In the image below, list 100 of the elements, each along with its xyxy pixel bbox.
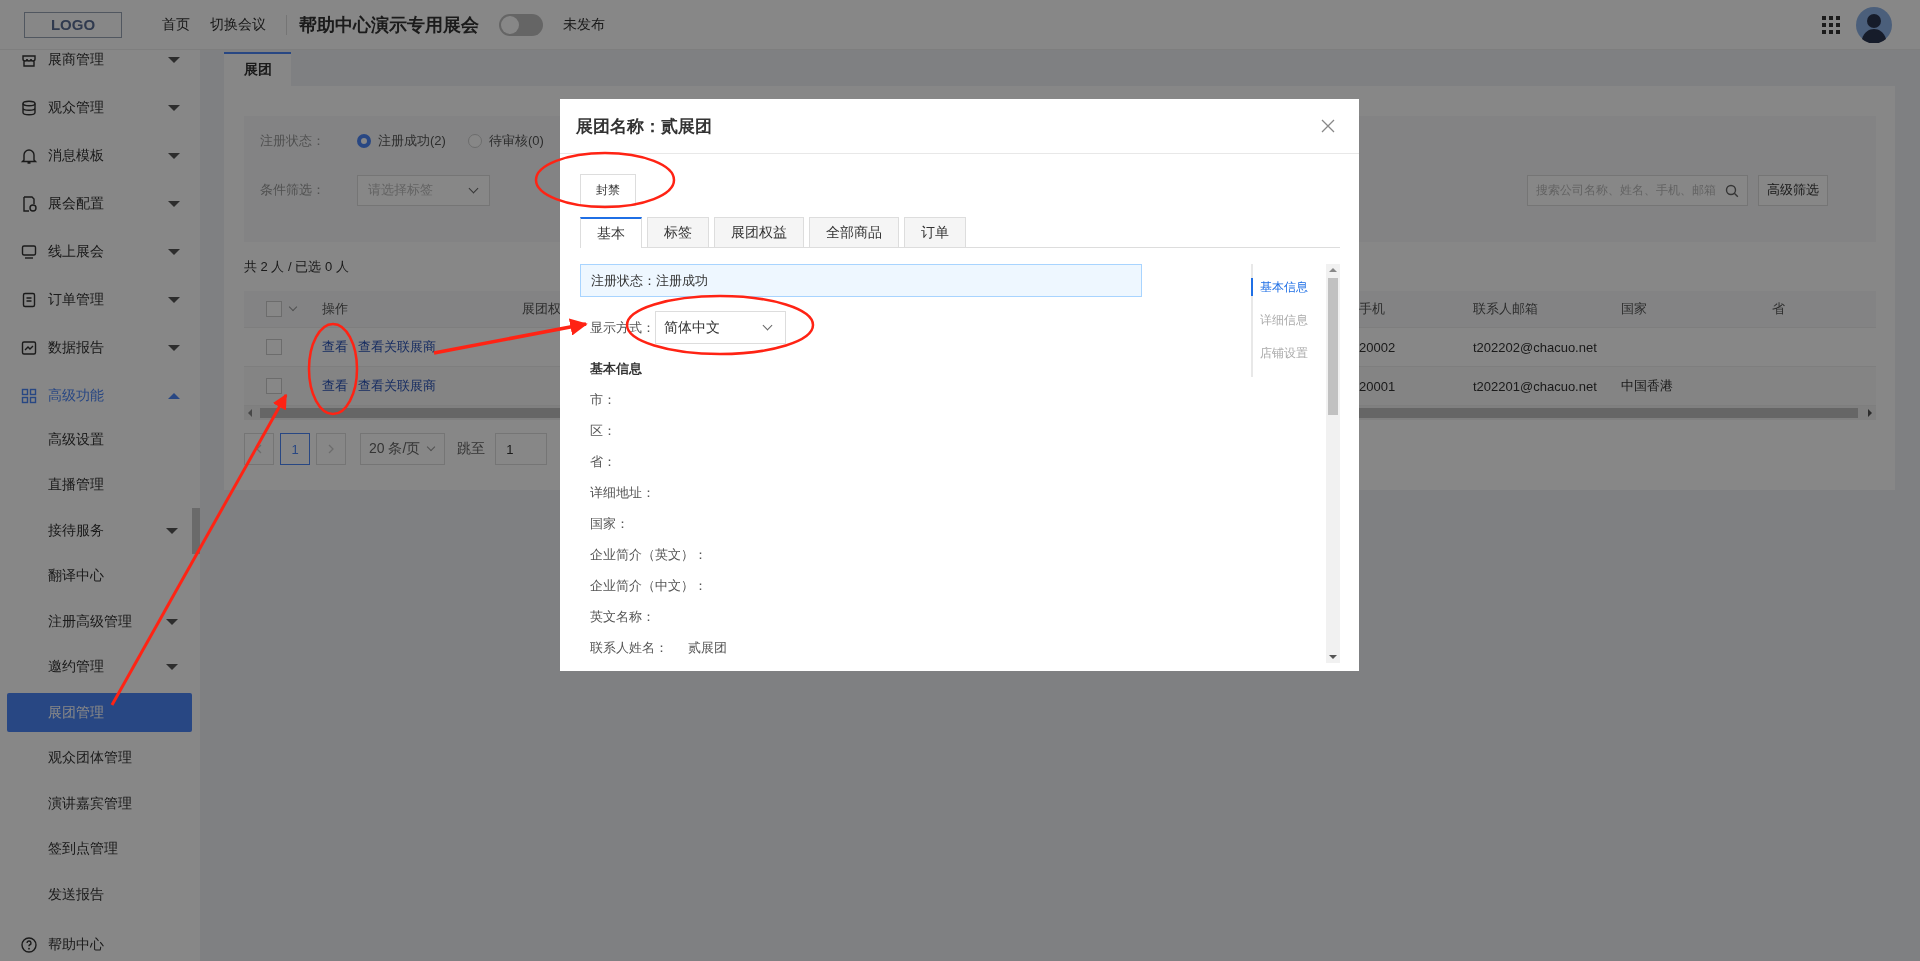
caret-icon: [166, 664, 178, 670]
field-label: 详细地址：: [590, 484, 655, 502]
sidebar-item[interactable]: 发送报告: [7, 875, 192, 914]
tab[interactable]: 全部商品: [809, 217, 899, 247]
action-link[interactable]: 查看: [322, 338, 348, 356]
jump-label: 跳至: [457, 440, 486, 458]
search-icon: [1725, 183, 1739, 198]
sidebar-item[interactable]: 数据报告: [0, 324, 200, 372]
field-label: 市：: [590, 391, 616, 409]
page-button[interactable]: 1: [280, 433, 310, 465]
language-select[interactable]: 简体中文: [655, 311, 786, 344]
next-page-button[interactable]: [316, 433, 346, 465]
column-header: 省: [1772, 301, 1785, 316]
document-icon: [20, 291, 38, 309]
status-notice: 注册状态：注册成功: [580, 264, 1142, 297]
tab[interactable]: 订单: [904, 217, 966, 247]
caret-icon: [168, 57, 180, 63]
document-gear-icon: [20, 195, 38, 213]
field-label: 区：: [590, 422, 616, 440]
close-icon[interactable]: [1321, 119, 1335, 133]
field-label: 联系人姓名：: [590, 639, 668, 657]
publish-status: 未发布: [563, 15, 605, 34]
caret-icon: [166, 527, 178, 534]
sidebar-item[interactable]: 展会配置: [0, 180, 200, 228]
column-header: 展团权: [522, 301, 561, 316]
field-value: 贰展团: [688, 639, 727, 657]
caret-icon: [168, 201, 180, 207]
publish-toggle[interactable]: [499, 13, 543, 36]
chevron-right-icon: [327, 444, 335, 454]
sidebar-item[interactable]: 邀约管理: [7, 647, 192, 687]
table-cell: t202202@chacuo.net: [1473, 339, 1597, 355]
caret-icon: [168, 249, 180, 255]
field-label: 企业简介（中文）：: [590, 577, 707, 595]
tab[interactable]: 标签: [647, 217, 709, 247]
sidebar-item[interactable]: 展商管理: [0, 50, 200, 84]
avatar-icon[interactable]: [1856, 6, 1892, 43]
sidebar-item[interactable]: 线上展会: [0, 228, 200, 276]
caret-icon: [168, 153, 180, 159]
caret-icon: [168, 297, 180, 303]
section-title: 基本信息: [589, 360, 643, 378]
action-link[interactable]: 查看: [322, 377, 348, 395]
nav-link[interactable]: 首页: [162, 15, 190, 34]
caret-icon: [168, 345, 180, 351]
bell-icon: [20, 147, 38, 165]
sidebar-item[interactable]: 直播管理: [7, 465, 192, 505]
field-label: 省：: [590, 453, 616, 471]
checkbox[interactable]: [266, 301, 282, 317]
tab[interactable]: 展团权益: [714, 217, 804, 247]
grid-icon: [20, 387, 38, 405]
radio-option[interactable]: 待审核(0): [467, 132, 544, 150]
table-cell: t202201@chacuo.net: [1473, 378, 1597, 394]
checkbox[interactable]: [266, 339, 282, 355]
logo: LOGO: [24, 11, 122, 38]
action-link[interactable]: 查看关联展商: [358, 377, 436, 395]
apps-grid-icon[interactable]: [1822, 15, 1840, 34]
column-header: 操作: [322, 301, 348, 316]
help-icon: [20, 935, 38, 954]
radio-option[interactable]: 注册成功(2): [357, 132, 446, 150]
sidebar-item[interactable]: 高级功能: [0, 372, 200, 420]
sidebar-item[interactable]: 展团管理: [7, 693, 192, 732]
sidebar-item[interactable]: 注册高级管理: [7, 602, 192, 641]
sidebar-item[interactable]: 观众团体管理: [7, 738, 192, 778]
sidebar-item[interactable]: 高级设置: [7, 420, 192, 459]
page-size-select[interactable]: 20 条/页: [360, 433, 446, 465]
caret-icon: [166, 618, 178, 625]
ban-button[interactable]: 封禁: [580, 174, 636, 206]
scrollbar-thumb[interactable]: [192, 508, 200, 554]
caret-icon: [168, 393, 180, 399]
checkbox[interactable]: [266, 378, 282, 394]
sidebar-item[interactable]: 观众管理: [0, 84, 200, 132]
advanced-filter-button[interactable]: 高级筛选: [1758, 174, 1828, 206]
sidebar-item[interactable]: 帮助中心: [0, 920, 200, 961]
page-tab[interactable]: 展团: [224, 52, 291, 86]
column-header: 联系人邮箱: [1473, 301, 1538, 316]
table-cell: 20001: [1359, 378, 1396, 394]
field-label: 国家：: [590, 515, 629, 533]
sidebar-item[interactable]: 签到点管理: [7, 829, 192, 869]
sidebar-item[interactable]: 消息模板: [0, 132, 200, 180]
tab[interactable]: 基本: [580, 217, 642, 248]
chart-icon: [20, 339, 38, 357]
event-title: 帮助中心演示专用展会: [299, 13, 479, 37]
sidebar-item[interactable]: 接待服务: [7, 511, 192, 550]
jump-field[interactable]: 1: [495, 433, 548, 465]
sidebar-item[interactable]: 订单管理: [0, 276, 200, 324]
selection-summary: 共 2 人 / 已选 0 人: [244, 258, 349, 276]
action-link[interactable]: 查看关联展商: [358, 338, 436, 356]
previous-page-button[interactable]: [244, 433, 274, 465]
sidebar-item[interactable]: 演讲嘉宾管理: [7, 784, 192, 823]
modal-title: 展团名称：贰展团: [576, 115, 712, 138]
column-header: 手机: [1359, 301, 1385, 316]
field-label: 企业简介（英文）：: [590, 546, 707, 564]
table-cell: 中国香港: [1621, 378, 1673, 393]
vertical-scrollbar[interactable]: [1326, 264, 1340, 663]
caret-icon: [168, 105, 180, 111]
chevron-left-icon: [255, 444, 263, 454]
nav-link[interactable]: 切换会议: [210, 15, 266, 34]
table-cell: 20002: [1359, 339, 1396, 355]
field-label: 英文名称：: [590, 608, 655, 626]
sidebar-item[interactable]: 翻译中心: [7, 556, 192, 596]
database-icon: [20, 99, 38, 117]
